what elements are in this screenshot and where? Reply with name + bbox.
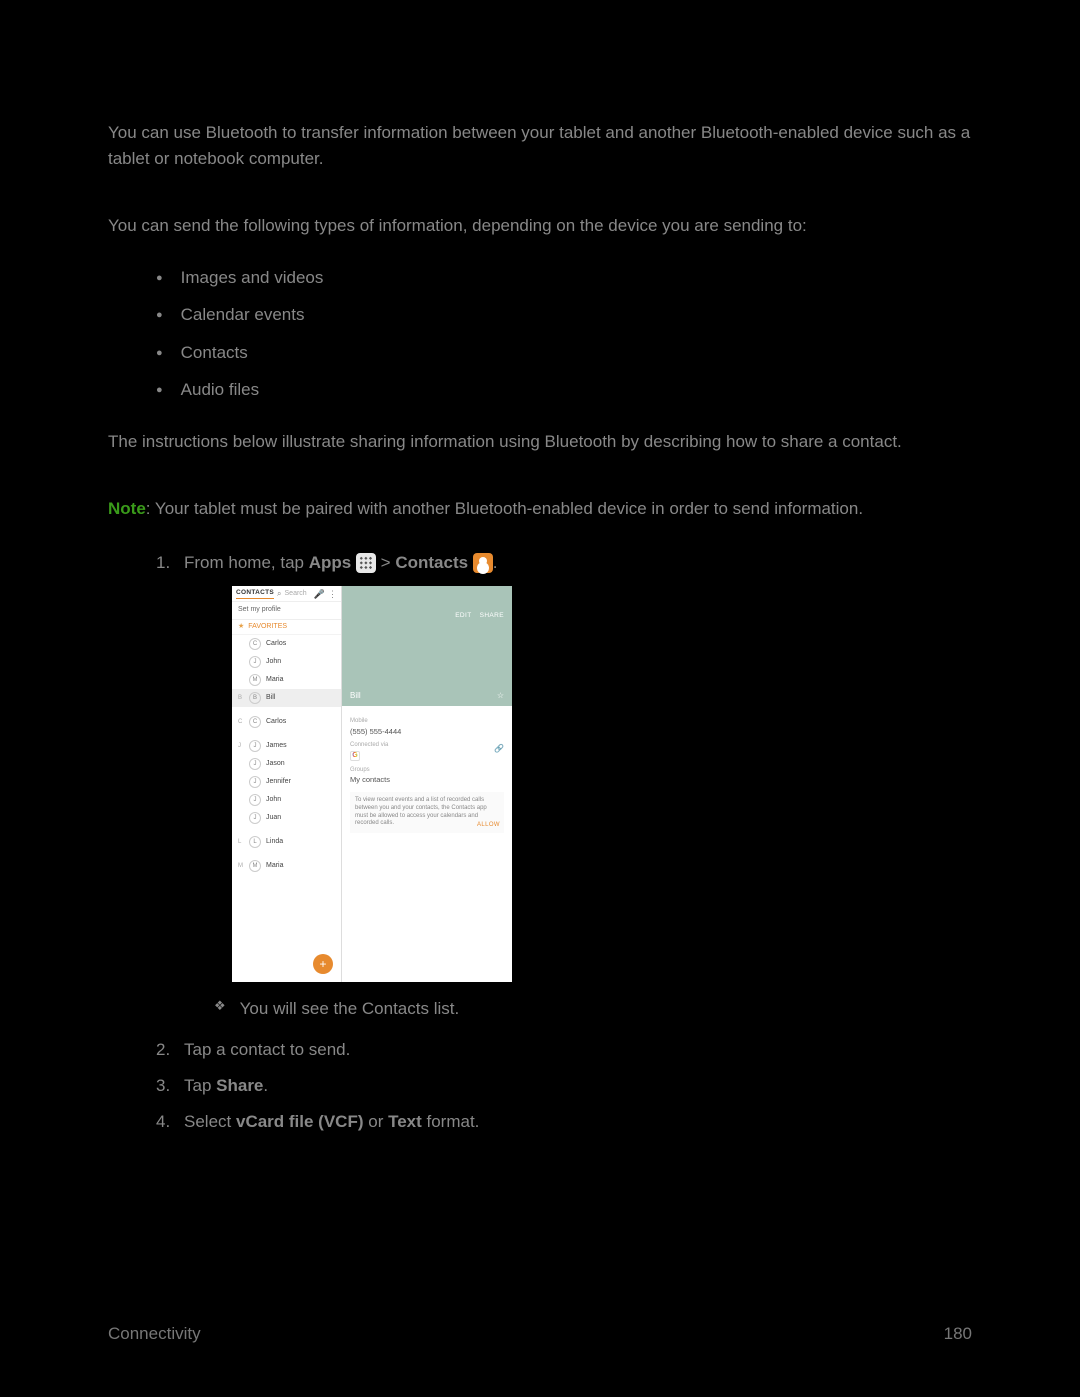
set-profile[interactable]: Set my profile [232,602,341,619]
step-2: 2.Tap a contact to send. [156,1037,972,1063]
contact-hero: EDIT SHARE Bill ☆ [342,586,512,706]
send-intro: You can send the following types of info… [108,213,972,239]
intro-paragraph: You can use Bluetooth to transfer inform… [108,120,972,173]
apps-icon [356,553,376,573]
bullet-item: Contacts [156,340,972,366]
connected-label: Connected via [350,742,504,749]
note-label: Note [108,499,146,518]
link-icon[interactable]: 🔗 [494,744,504,754]
step-4: 4. Select vCard file (VCF) or Text forma… [156,1109,972,1135]
contact-row[interactable]: JJohn [232,653,341,671]
step-1: 1. From home, tap Apps > Contacts . [156,550,972,576]
contact-row[interactable]: MMMaria [232,857,341,875]
favorites-section: ★ FAVORITES [232,620,341,635]
contact-row[interactable]: JJason [232,755,341,773]
permission-info: To view recent events and a list of reco… [350,792,504,833]
note: Note: Your tablet must be paired with an… [108,496,972,522]
bullet-item: Audio files [156,377,972,403]
page-footer: Connectivity 180 [108,1321,972,1347]
star-icon: ★ [238,623,244,631]
manual-page: You can use Bluetooth to transfer inform… [0,0,1080,1397]
allow-button[interactable]: ALLOW [477,822,500,830]
search-input[interactable]: Search [285,590,311,598]
share-button[interactable]: SHARE [480,612,504,620]
contact-row[interactable]: MMaria [232,671,341,689]
google-icon: G [350,751,360,761]
contact-row[interactable]: JJennifer [232,773,341,791]
contacts-app-screenshot: CONTACTS ⌕ Search 🎤 ⋮ Set my profile ★ F… [232,586,512,982]
favorite-star-icon[interactable]: ☆ [497,691,504,701]
step-3: 3. Tap Share. [156,1073,972,1099]
search-icon[interactable]: ⌕ [277,589,281,599]
groups-value: My contacts [350,775,504,784]
contact-row[interactable]: LLLinda [232,833,341,851]
footer-section: Connectivity [108,1321,201,1347]
contacts-tab[interactable]: CONTACTS [236,589,274,600]
contacts-icon [473,553,493,573]
step-1-result: You will see the Contacts list. [214,996,972,1022]
steps-list: 1. From home, tap Apps > Contacts . CONT… [156,550,972,1136]
contact-row[interactable]: JJohn [232,791,341,809]
mic-icon[interactable]: 🎤 [314,589,325,600]
contact-row[interactable]: JJJames [232,737,341,755]
note-text: : Your tablet must be paired with anothe… [146,499,863,518]
contact-row[interactable]: CCCarlos [232,713,341,731]
contact-row[interactable]: BBBill [232,689,341,707]
bullet-item: Images and videos [156,265,972,291]
contact-row[interactable]: CCarlos [232,635,341,653]
mobile-number[interactable]: (555) 555-4444 [350,727,504,736]
bullet-item: Calendar events [156,302,972,328]
contact-name: Bill [350,691,361,701]
info-type-list: Images and videos Calendar events Contac… [156,265,972,403]
mobile-label: Mobile [350,718,504,725]
page-number: 180 [944,1321,972,1347]
edit-button[interactable]: EDIT [455,612,471,620]
groups-label: Groups [350,767,504,774]
contact-row[interactable]: JJuan [232,809,341,827]
more-icon[interactable]: ⋮ [328,589,337,600]
instructions-line: The instructions below illustrate sharin… [108,429,972,455]
add-contact-fab[interactable]: + [313,954,333,974]
